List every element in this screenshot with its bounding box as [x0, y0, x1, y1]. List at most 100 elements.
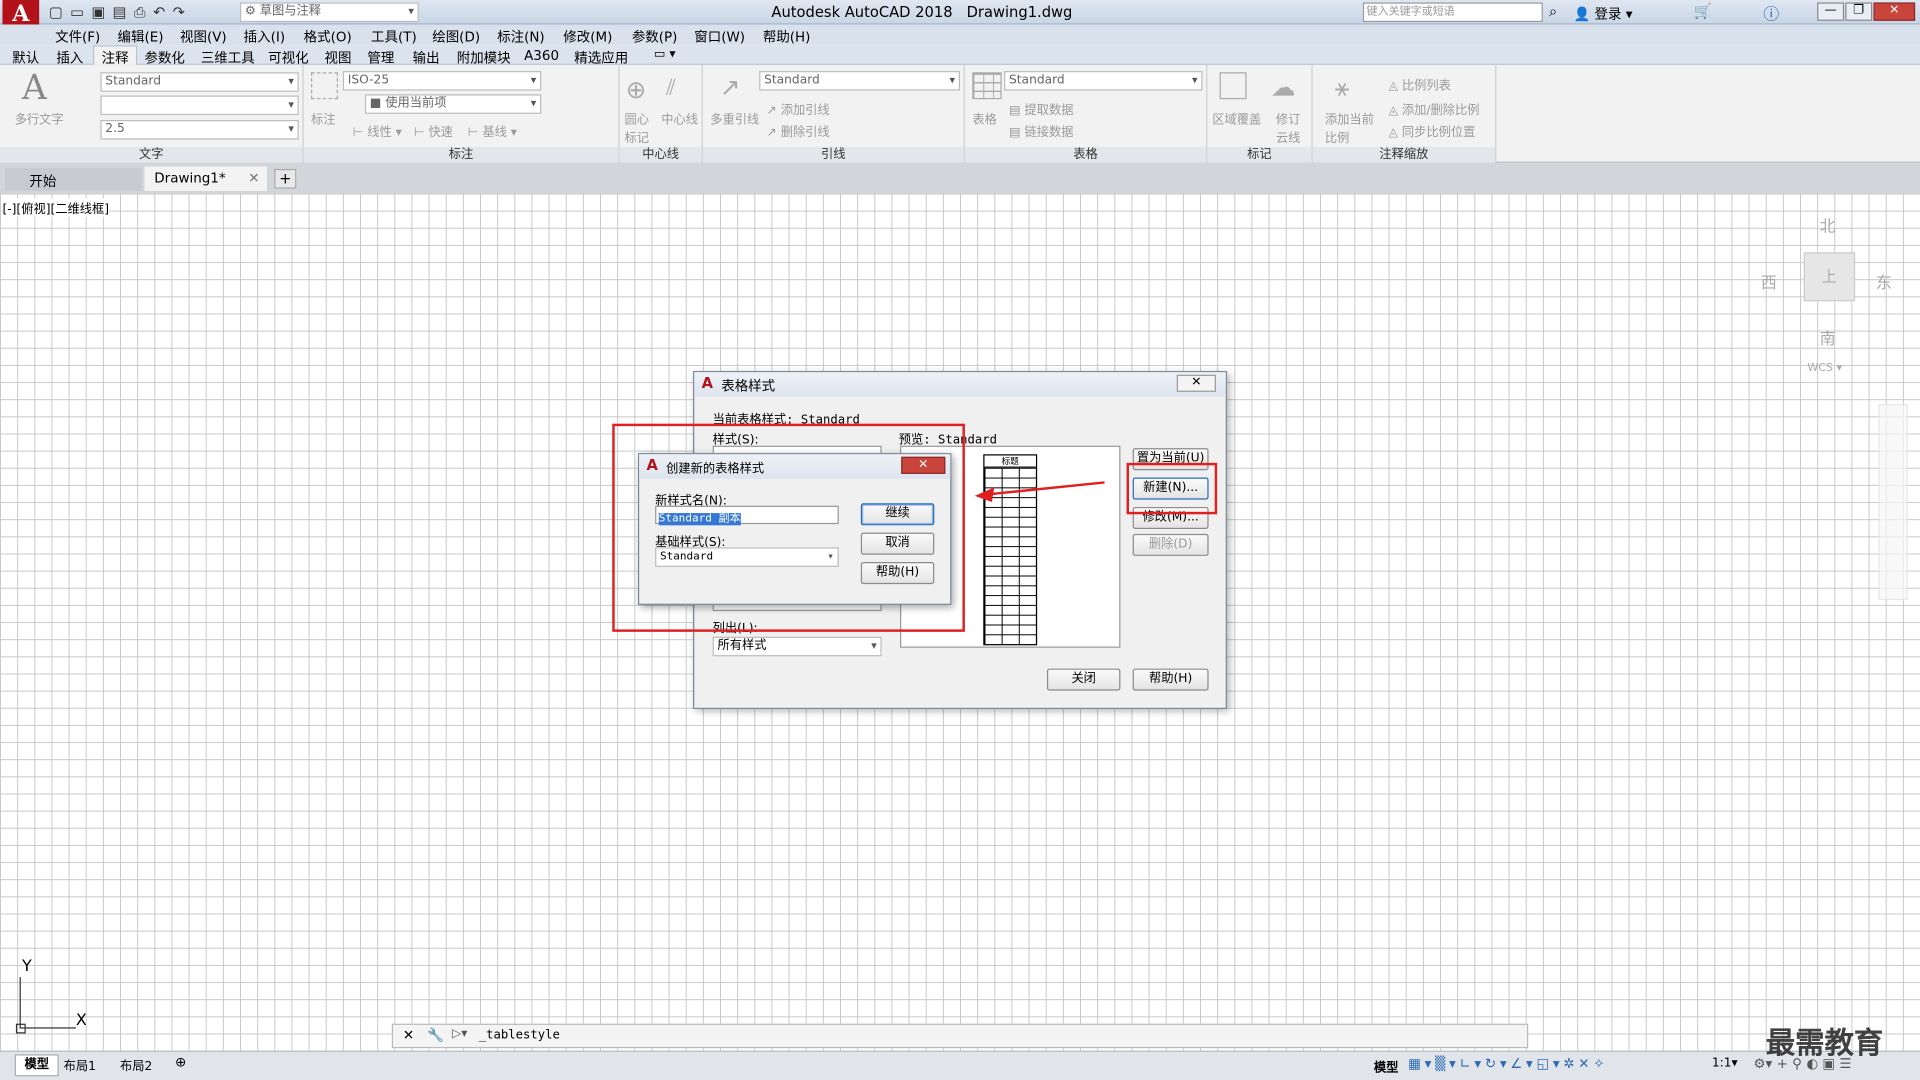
panel-centerline-label: 中心线 — [619, 146, 702, 163]
add-delete-scale[interactable]: ◬ 添加/删除比例 — [1389, 99, 1480, 117]
dim-quick[interactable]: ⊢ 快速 — [414, 121, 453, 139]
link-data[interactable]: ▤ 链接数据 — [1009, 121, 1073, 139]
annotation-arrow — [974, 481, 1105, 503]
close-window-button[interactable]: ✕ — [1873, 2, 1916, 21]
ribbon-tabs: 默认 插入 注释 参数化 三维工具 可视化 视图 管理 输出 附加模块 A360… — [0, 45, 1920, 66]
preview-title: 标题 — [984, 455, 1036, 468]
viewcube-west[interactable]: 西 — [1761, 269, 1777, 292]
help-button[interactable]: 帮助(H) — [1132, 668, 1209, 691]
new-tab-button[interactable]: + — [274, 168, 297, 189]
viewcube-top[interactable]: 上 — [1803, 252, 1856, 302]
help-icon[interactable]: ⓘ — [1763, 1, 1779, 24]
center-mark-icon[interactable]: ⊕ — [626, 75, 647, 104]
layout-tab-1[interactable]: 布局1 — [64, 1056, 96, 1073]
menu-insert[interactable]: 插入(I) — [244, 27, 285, 47]
table-label: 表格 — [972, 113, 997, 128]
dim-layer-select[interactable]: ■ 使用当前项 — [364, 94, 542, 114]
menu-draw[interactable]: 绘图(D) — [432, 27, 480, 47]
search-input[interactable]: 键入关键字或短语 — [1362, 2, 1543, 23]
center-mark-label: 圆心标记 — [624, 113, 649, 146]
dimension-label: 标注 — [311, 113, 336, 128]
command-line[interactable]: ✕ 🔧 ▷▾ _tablestyle — [391, 1023, 1529, 1049]
menu-tools[interactable]: 工具(T) — [371, 27, 417, 47]
login-label: 登录 — [1594, 6, 1622, 23]
minimize-button[interactable]: — — [1817, 2, 1845, 21]
viewcube-east[interactable]: 东 — [1876, 269, 1892, 292]
model-space-toggle[interactable]: 模型 — [1374, 1057, 1398, 1075]
dimension-icon[interactable] — [311, 72, 338, 100]
navigation-bar[interactable] — [1878, 404, 1908, 601]
viewcube[interactable]: 北 西 上 东 南 WCS ▾ — [1751, 203, 1898, 387]
list-filter-select[interactable]: 所有样式 — [712, 636, 882, 657]
menu-modify[interactable]: 修改(M) — [563, 27, 612, 47]
delete-button[interactable]: 删除(D) — [1132, 533, 1209, 556]
panel-dimension-label[interactable]: 标注 — [303, 146, 619, 163]
mtext-icon[interactable]: A — [22, 67, 47, 107]
drawing-canvas[interactable]: [-][俯视][二维线框] 北 西 上 东 南 WCS ▾ Y X A 表格样式… — [0, 193, 1920, 1051]
dim-baseline[interactable]: ⊢ 基线 ▾ — [468, 121, 517, 139]
login-button[interactable]: 👤 登录 ▾ — [1573, 4, 1632, 24]
dialog-close-button[interactable]: ✕ — [1176, 374, 1216, 392]
panel-leader-label[interactable]: 引线 — [702, 146, 964, 163]
ucs-icon: Y X — [15, 958, 101, 1038]
centerline-icon[interactable]: ⫽ — [666, 75, 676, 101]
workspace-select[interactable]: ⚙ 草图与注释 — [240, 2, 419, 23]
menu-edit[interactable]: 编辑(E) — [118, 27, 164, 47]
remove-leader[interactable]: ↗ 删除引线 — [767, 121, 830, 139]
wcs-menu[interactable]: WCS ▾ — [1807, 362, 1842, 374]
new-layout-button[interactable]: ⊕ — [175, 1054, 186, 1070]
mleader-icon[interactable]: ↗ — [720, 72, 741, 101]
app-title: Autodesk AutoCAD 2018 — [771, 3, 953, 21]
close-tab-icon[interactable]: ✕ — [248, 170, 259, 186]
text-style-select[interactable]: Standard — [100, 72, 299, 92]
menu-help[interactable]: 帮助(H) — [763, 27, 811, 47]
menu-file[interactable]: 文件(F) — [55, 27, 100, 47]
panel-table-label[interactable]: 表格 — [964, 146, 1207, 163]
binoculars-icon[interactable]: ⌕ — [1549, 2, 1557, 20]
dim-linear[interactable]: ⊢ 线性 ▾ — [353, 121, 402, 139]
wipeout-icon[interactable] — [1219, 72, 1247, 100]
command-settings-icon[interactable]: 🔧 — [427, 1027, 444, 1043]
menu-window[interactable]: 窗口(W) — [694, 27, 745, 47]
viewcube-north[interactable]: 北 — [1820, 213, 1836, 236]
table-icon[interactable] — [972, 72, 1002, 100]
layout-tab-2[interactable]: 布局2 — [120, 1056, 152, 1073]
cart-icon[interactable]: 🛒 — [1693, 2, 1711, 19]
restore-button[interactable]: ❐ — [1845, 2, 1873, 21]
menu-parametric[interactable]: 参数(P) — [632, 27, 678, 47]
quick-access-toolbar: ▢▭▣▤⎙↶↷ — [48, 3, 193, 21]
status-tools[interactable]: ▦▾▒▾∟▾↻▾∠▾◱▾✲✕✧ — [1408, 1056, 1608, 1072]
text-height-select[interactable]: 2.5 — [100, 120, 299, 140]
close-button[interactable]: 关闭 — [1046, 668, 1121, 691]
add-leader[interactable]: ↗ 添加引线 — [767, 99, 830, 117]
extract-data[interactable]: ▤ 提取数据 — [1009, 99, 1073, 117]
panel-text-label[interactable]: 文字 — [0, 146, 303, 163]
viewcube-south[interactable]: 南 — [1820, 326, 1836, 349]
command-close-icon[interactable]: ✕ — [403, 1027, 414, 1043]
document-tabs: 开始 Drawing1* ✕ + — [0, 162, 1920, 194]
scale-list[interactable]: ◬ 比例列表 — [1389, 75, 1451, 93]
sync-scale[interactable]: ◬ 同步比例位置 — [1389, 121, 1476, 139]
layout-tab-model[interactable]: 模型 — [14, 1054, 59, 1077]
workspace-label: 草图与注释 — [259, 4, 322, 19]
tab-a360[interactable]: A360 — [524, 48, 559, 64]
text-find-input[interactable] — [100, 95, 299, 116]
revcloud-icon[interactable]: ☁ — [1271, 72, 1295, 101]
menu-dimension[interactable]: 标注(N) — [497, 27, 545, 47]
menu-format[interactable]: 格式(O) — [304, 27, 352, 47]
acad-dialog-icon: A — [701, 374, 714, 392]
leader-style-select[interactable]: Standard — [759, 71, 961, 91]
mleader-label: 多重引线 — [710, 113, 760, 128]
viewport-controls[interactable]: [-][俯视][二维线框] — [2, 198, 110, 217]
dim-style-select[interactable]: ISO-25 — [342, 71, 542, 91]
add-scale-icon[interactable]: ⚹ — [1335, 72, 1350, 101]
ribbon-options-icon[interactable]: ▭ ▾ — [654, 48, 676, 61]
tab-start[interactable]: 开始 — [4, 167, 143, 192]
menu-view[interactable]: 视图(V) — [180, 27, 227, 47]
tab-drawing1[interactable]: Drawing1* ✕ — [144, 166, 267, 192]
tab-annotate[interactable]: 注释 — [93, 45, 138, 66]
ucs-y-label: Y — [22, 957, 32, 976]
title-bar: A ▢▭▣▤⎙↶↷ ⚙ 草图与注释 Autodesk AutoCAD 2018 … — [0, 0, 1920, 30]
table-style-select[interactable]: Standard — [1004, 71, 1203, 91]
annotation-scale[interactable]: 1:1▾ — [1712, 1057, 1738, 1070]
